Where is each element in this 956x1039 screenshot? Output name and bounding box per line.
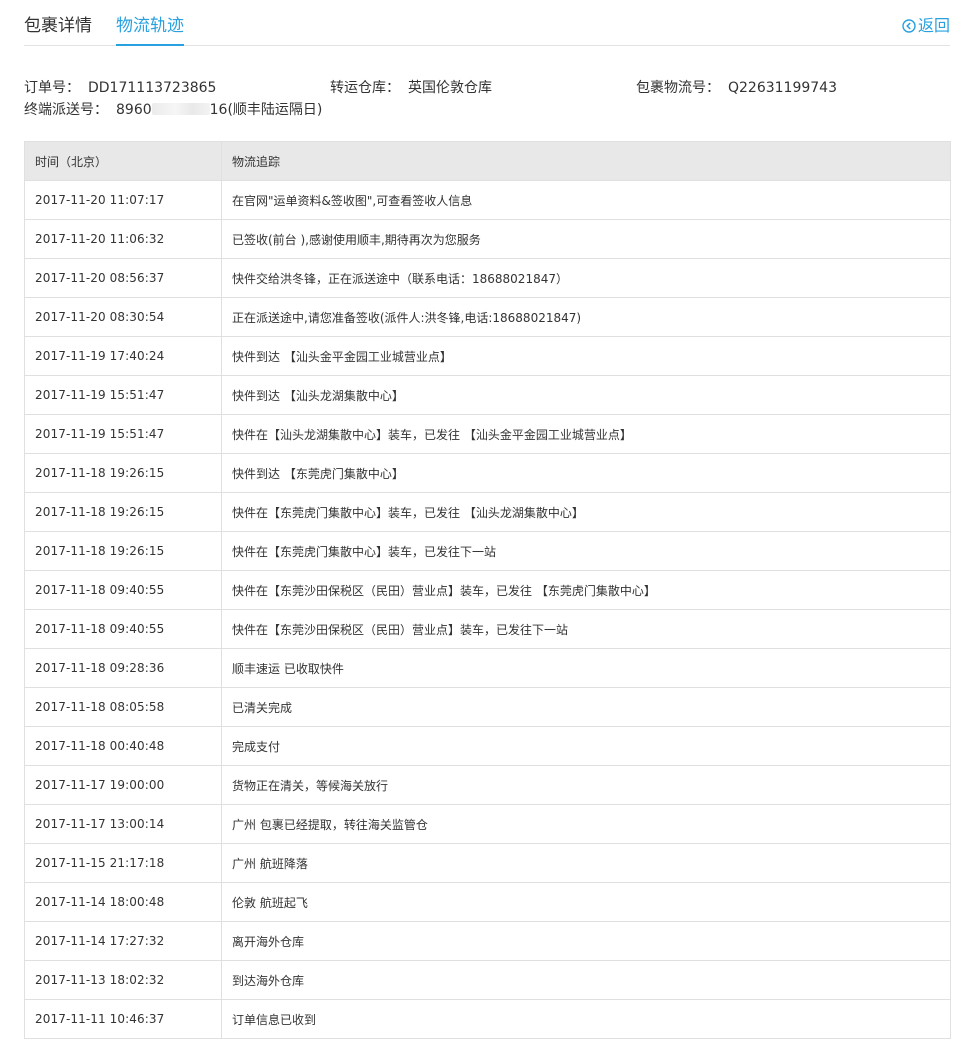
row-event: 已清关完成	[221, 687, 951, 727]
parcel-tracking-value: Q22631199743	[728, 80, 837, 96]
table-row: 2017-11-18 19:26:15 快件在【东莞虎门集散中心】装车，已发往下一…	[24, 531, 951, 571]
row-event: 正在派送途中,请您准备签收(派件人:洪冬锋,电话:18688021847)	[221, 297, 951, 337]
column-header-tracking: 物流追踪	[221, 141, 951, 181]
back-link[interactable]: 返回	[902, 14, 950, 38]
row-time: 2017-11-20 11:07:17	[24, 180, 222, 220]
parcel-tracking-label: 包裹物流号：	[636, 80, 720, 96]
row-event: 到达海外仓库	[221, 960, 951, 1000]
row-time: 2017-11-19 17:40:24	[24, 336, 222, 376]
row-time: 2017-11-17 13:00:14	[24, 804, 222, 844]
order-number-label: 订单号：	[24, 80, 80, 96]
table-row: 2017-11-17 19:00:00 货物正在清关，等候海关放行	[24, 765, 951, 805]
terminal-dispatch-number: 终端派送号： 8960 16(顺丰陆运隔日)	[24, 101, 322, 119]
row-time: 2017-11-18 09:40:55	[24, 570, 222, 610]
row-time: 2017-11-20 08:56:37	[24, 258, 222, 298]
row-event: 伦敦 航班起飞	[221, 882, 951, 922]
table-row: 2017-11-18 08:05:58 已清关完成	[24, 687, 951, 727]
table-row: 2017-11-18 09:40:55 快件在【东莞沙田保税区（民田）营业点】装车…	[24, 570, 951, 610]
row-event: 快件到达 【东莞虎门集散中心】	[221, 453, 951, 493]
row-time: 2017-11-20 11:06:32	[24, 219, 222, 259]
row-time: 2017-11-18 19:26:15	[24, 531, 222, 571]
transfer-warehouse-label: 转运仓库：	[330, 80, 400, 96]
tab-logistics-tracking[interactable]: 物流轨迹	[116, 14, 184, 46]
back-label: 返回	[917, 16, 950, 35]
row-event: 快件在【东莞沙田保税区（民田）营业点】装车，已发往 【东莞虎门集散中心】	[221, 570, 951, 610]
row-event: 顺丰速运 已收取快件	[221, 648, 951, 688]
table-row: 2017-11-19 15:51:47 快件到达 【汕头龙湖集散中心】	[24, 375, 951, 415]
table-row: 2017-11-15 21:17:18 广州 航班降落	[24, 843, 951, 883]
row-event: 快件到达 【汕头龙湖集散中心】	[221, 375, 951, 415]
row-time: 2017-11-14 17:27:32	[24, 921, 222, 961]
row-time: 2017-11-18 19:26:15	[24, 492, 222, 532]
row-event: 快件到达 【汕头金平金园工业城营业点】	[221, 336, 951, 376]
row-event: 快件在【东莞虎门集散中心】装车，已发往 【汕头龙湖集散中心】	[221, 492, 951, 532]
row-event: 离开海外仓库	[221, 921, 951, 961]
tracking-table: 时间（北京） 物流追踪 2017-11-20 11:07:17 在官网"运单资料&…	[24, 141, 951, 1039]
column-header-time: 时间（北京）	[24, 141, 222, 181]
table-row: 2017-11-18 19:26:15 快件到达 【东莞虎门集散中心】	[24, 453, 951, 493]
row-time: 2017-11-18 09:28:36	[24, 648, 222, 688]
row-time: 2017-11-14 18:00:48	[24, 882, 222, 922]
row-time: 2017-11-18 19:26:15	[24, 453, 222, 493]
row-event: 快件在【东莞沙田保税区（民田）营业点】装车，已发往下一站	[221, 609, 951, 649]
row-event: 快件在【东莞虎门集散中心】装车，已发往下一站	[221, 531, 951, 571]
transfer-warehouse-value: 英国伦敦仓库	[408, 80, 492, 96]
masked-digits	[151, 103, 210, 115]
table-row: 2017-11-20 11:06:32 已签收(前台 ),感谢使用顺丰,期待再次为…	[24, 219, 951, 259]
tracking-table-body: 2017-11-20 11:07:17 在官网"运单资料&签收图",可查看签收人信…	[24, 180, 951, 1039]
row-time: 2017-11-19 15:51:47	[24, 375, 222, 415]
table-row: 2017-11-18 19:26:15 快件在【东莞虎门集散中心】装车，已发往 【…	[24, 492, 951, 532]
table-row: 2017-11-18 09:28:36 顺丰速运 已收取快件	[24, 648, 951, 688]
row-time: 2017-11-20 08:30:54	[24, 297, 222, 337]
terminal-dispatch-prefix: 8960	[116, 102, 152, 118]
order-number-value: DD171113723865	[88, 80, 217, 96]
terminal-dispatch-suffix: 16(顺丰陆运隔日)	[209, 102, 323, 118]
transfer-warehouse: 转运仓库： 英国伦敦仓库	[330, 79, 492, 97]
row-event: 广州 航班降落	[221, 843, 951, 883]
row-event: 完成支付	[221, 726, 951, 766]
table-row: 2017-11-20 08:30:54 正在派送途中,请您准备签收(派件人:洪冬锋…	[24, 297, 951, 337]
table-row: 2017-11-14 18:00:48 伦敦 航班起飞	[24, 882, 951, 922]
row-event: 快件在【汕头龙湖集散中心】装车，已发往 【汕头金平金园工业城营业点】	[221, 414, 951, 454]
parcel-tracking-number: 包裹物流号： Q22631199743	[636, 79, 837, 97]
terminal-dispatch-label: 终端派送号：	[24, 102, 108, 118]
table-row: 2017-11-19 17:40:24 快件到达 【汕头金平金园工业城营业点】	[24, 336, 951, 376]
table-header-row: 时间（北京） 物流追踪	[24, 141, 951, 181]
table-row: 2017-11-19 15:51:47 快件在【汕头龙湖集散中心】装车，已发往 【…	[24, 414, 951, 454]
table-row: 2017-11-13 18:02:32 到达海外仓库	[24, 960, 951, 1000]
row-time: 2017-11-17 19:00:00	[24, 765, 222, 805]
table-row: 2017-11-17 13:00:14 广州 包裹已经提取，转往海关监管仓	[24, 804, 951, 844]
row-event: 广州 包裹已经提取，转往海关监管仓	[221, 804, 951, 844]
tab-bar: 包裹详情 物流轨迹 返回	[24, 0, 950, 46]
table-row: 2017-11-14 17:27:32 离开海外仓库	[24, 921, 951, 961]
row-time: 2017-11-19 15:51:47	[24, 414, 222, 454]
row-time: 2017-11-13 18:02:32	[24, 960, 222, 1000]
table-row: 2017-11-20 11:07:17 在官网"运单资料&签收图",可查看签收人信…	[24, 180, 951, 220]
circle-arrow-left-icon	[902, 19, 916, 33]
table-row: 2017-11-20 08:56:37 快件交给洪冬锋，正在派送途中（联系电话：1…	[24, 258, 951, 298]
table-row: 2017-11-18 09:40:55 快件在【东莞沙田保税区（民田）营业点】装车…	[24, 609, 951, 649]
row-time: 2017-11-15 21:17:18	[24, 843, 222, 883]
order-number: 订单号： DD171113723865	[24, 79, 216, 97]
row-event: 已签收(前台 ),感谢使用顺丰,期待再次为您服务	[221, 219, 951, 259]
row-time: 2017-11-18 08:05:58	[24, 687, 222, 727]
row-time: 2017-11-18 00:40:48	[24, 726, 222, 766]
tab-package-details[interactable]: 包裹详情	[24, 14, 92, 38]
row-event: 快件交给洪冬锋，正在派送途中（联系电话：18688021847）	[221, 258, 951, 298]
table-row: 2017-11-18 00:40:48 完成支付	[24, 726, 951, 766]
row-time: 2017-11-18 09:40:55	[24, 609, 222, 649]
row-event: 在官网"运单资料&签收图",可查看签收人信息	[221, 180, 951, 220]
row-event: 货物正在清关，等候海关放行	[221, 765, 951, 805]
